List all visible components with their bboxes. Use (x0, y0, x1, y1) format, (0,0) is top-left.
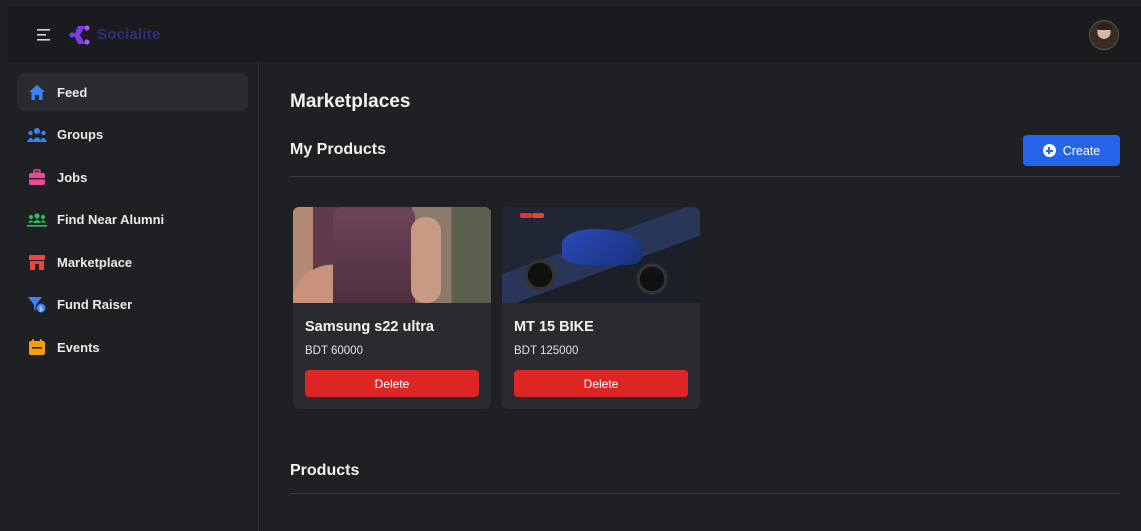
sidebar-item-fund-raiser[interactable]: $ Fund Raiser (17, 286, 248, 324)
people-icon (27, 125, 47, 145)
top-bar: Socialite (8, 7, 1141, 62)
sidebar-item-label: Events (57, 339, 100, 355)
product-card[interactable]: Samsung s22 ultra BDT 60000 Delete (293, 207, 491, 409)
fund-icon: $ (27, 295, 47, 315)
create-button[interactable]: Create (1023, 135, 1120, 166)
sidebar-item-label: Marketplace (57, 254, 133, 270)
sidebar-item-label: Fund Raiser (57, 297, 133, 312)
sidebar-item-events[interactable]: Events (17, 328, 248, 366)
delete-button[interactable]: Delete (514, 370, 688, 397)
plus-circle-icon (1042, 144, 1056, 157)
sidebar: Feed Groups Jobs Find Near Alumni Market… (8, 62, 259, 531)
product-image (502, 207, 700, 303)
my-products-title: My Products (290, 141, 387, 158)
product-image (293, 207, 491, 303)
divider (290, 176, 1120, 177)
users-group-icon (27, 210, 47, 230)
sidebar-item-label: Feed (57, 84, 88, 100)
briefcase-icon (27, 167, 47, 187)
sidebar-item-find-near-alumni[interactable]: Find Near Alumni (17, 201, 248, 239)
calendar-icon (27, 337, 47, 357)
sidebar-item-label: Jobs (57, 169, 88, 185)
home-icon (27, 82, 47, 102)
product-card[interactable]: MT 15 BIKE BDT 125000 Delete (502, 207, 700, 409)
sidebar-item-jobs[interactable]: Jobs (17, 158, 248, 196)
delete-button[interactable]: Delete (305, 370, 479, 397)
svg-text:$: $ (39, 305, 43, 313)
app-name: Socialite (97, 26, 161, 43)
product-price: BDT 60000 (305, 345, 363, 357)
sidebar-item-marketplace[interactable]: Marketplace (17, 243, 248, 281)
sidebar-item-label: Groups (57, 127, 104, 142)
app-logo[interactable]: Socialite (69, 24, 161, 46)
logo-icon (69, 24, 90, 45)
product-name: Samsung s22 ultra (305, 319, 434, 335)
sidebar-item-feed[interactable]: Feed (17, 73, 248, 111)
products-title: Products (290, 462, 360, 479)
sidebar-item-groups[interactable]: Groups (17, 116, 248, 154)
divider (290, 493, 1120, 494)
page-title: Marketplaces (290, 91, 411, 112)
menu-icon[interactable] (33, 24, 55, 46)
product-name: MT 15 BIKE (514, 319, 594, 335)
create-button-label: Create (1062, 143, 1101, 158)
product-price: BDT 125000 (514, 345, 579, 357)
store-icon (27, 252, 47, 272)
sidebar-item-label: Find Near Alumni (57, 212, 165, 227)
avatar[interactable] (1089, 19, 1119, 50)
